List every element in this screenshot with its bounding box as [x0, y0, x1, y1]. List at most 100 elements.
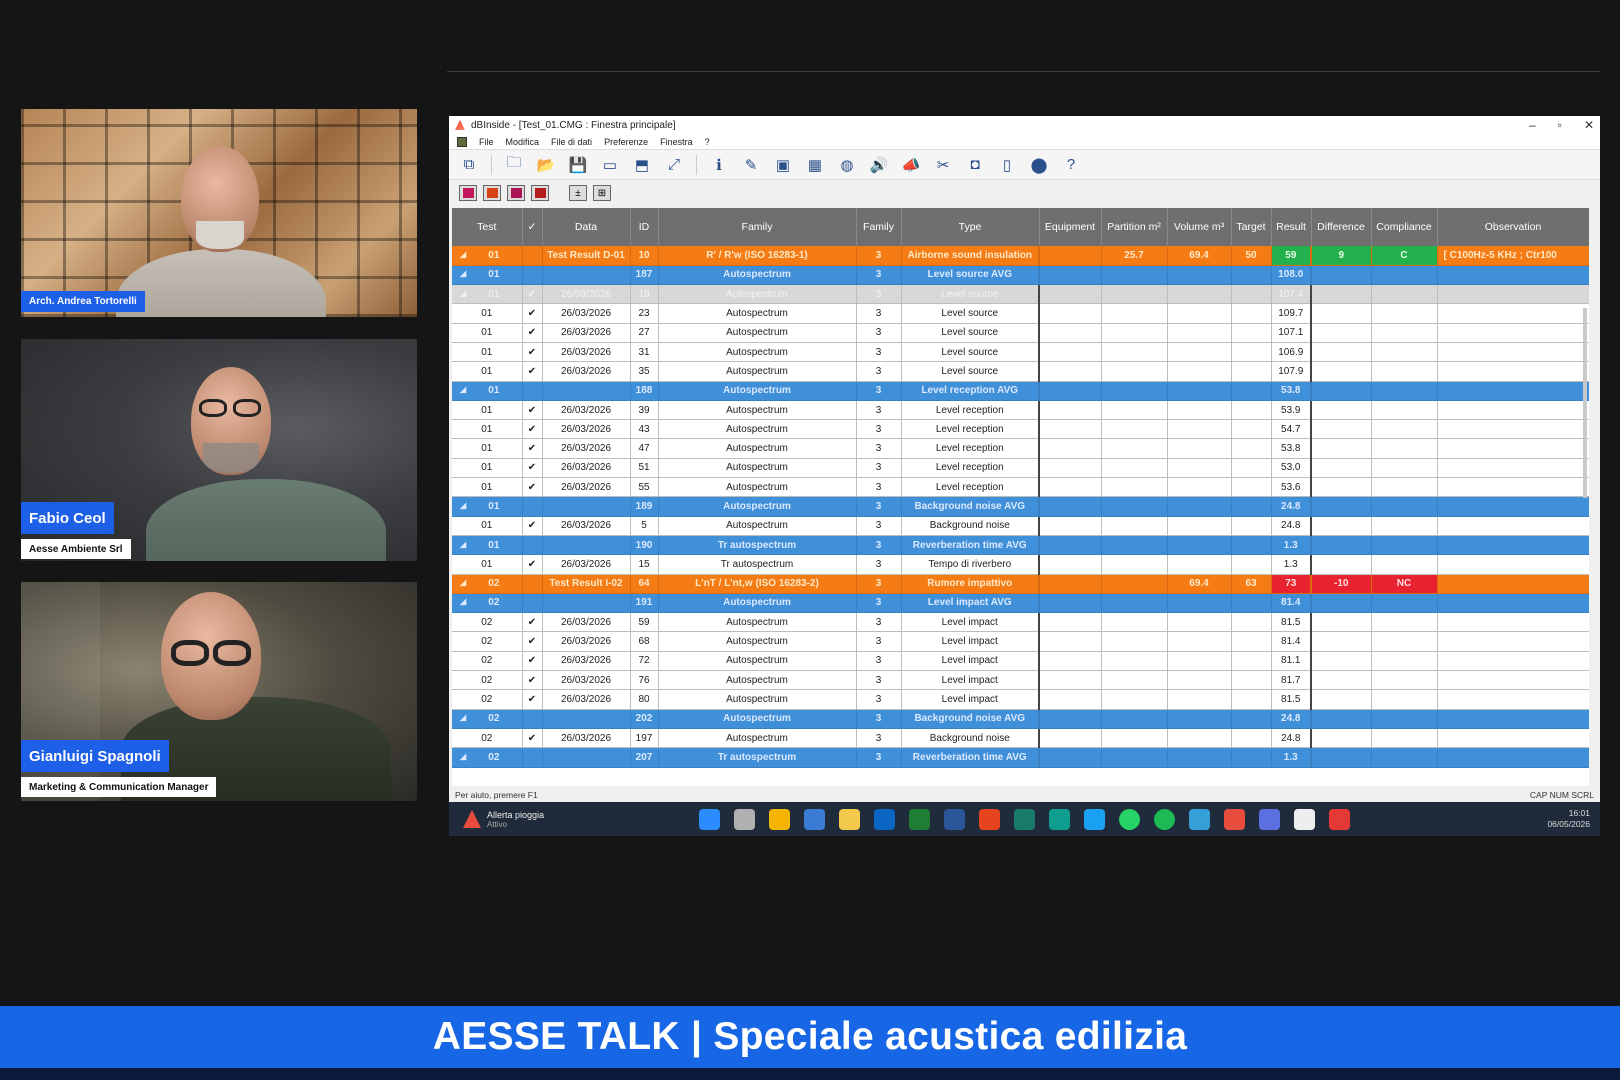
row-checkbox[interactable]: ✔	[522, 303, 543, 324]
speaker-icon[interactable]: 🔊	[869, 155, 889, 175]
whatsapp-icon[interactable]	[1119, 808, 1140, 830]
table-row[interactable]: 02 ✔ 26/03/2026 80 Autospectrum 3 Level impact…	[452, 689, 1589, 710]
menu-file[interactable]: File	[479, 137, 494, 147]
row-checkbox[interactable]: ✔	[522, 728, 543, 749]
row-checkbox[interactable]: ✔	[522, 400, 543, 421]
table-row[interactable]: ◢ 01 187 Autospectrum 3 Level source AVG 108.0	[452, 265, 1589, 286]
column-header[interactable]: Partition m²	[1101, 208, 1168, 246]
expand-toggle-icon[interactable]: ◢	[452, 269, 466, 278]
system-clock[interactable]: 16:01 06/05/2026	[1547, 808, 1600, 830]
new-folder-icon[interactable]: 🗀	[504, 154, 524, 175]
row-checkbox[interactable]: ✔	[522, 612, 543, 633]
expand-toggle-icon[interactable]: ◢	[452, 578, 466, 587]
publisher-icon[interactable]	[1014, 808, 1035, 830]
globe-icon[interactable]: ◍	[837, 155, 857, 175]
row-checkbox[interactable]: ✔	[522, 477, 543, 498]
row-checkbox[interactable]: ✔	[522, 361, 543, 382]
row-checkbox[interactable]: ✔	[522, 631, 543, 652]
expand-toggle-icon[interactable]: ◢	[452, 540, 466, 549]
column-header[interactable]: Data	[542, 208, 631, 246]
table-row[interactable]: 02 ✔ 26/03/2026 197 Autospectrum 3 Background …	[452, 728, 1589, 749]
table-row[interactable]: 01 ✔ 26/03/2026 23 Autospectrum 3 Level source…	[452, 303, 1589, 324]
filter-tool-button[interactable]: ⊞	[593, 185, 611, 201]
table-row[interactable]: 01 ✔ 26/03/2026 43 Autospectrum 3 Level recept…	[452, 419, 1589, 440]
table-row[interactable]: ◢ 01 Test Result D-01 10 R' / R'w (ISO 16283…	[452, 246, 1589, 266]
table-row[interactable]: ◢ 01 188 Autospectrum 3 Level reception AVG 53…	[452, 381, 1589, 401]
column-header[interactable]: Result	[1271, 208, 1312, 246]
row-checkbox[interactable]: ✔	[522, 438, 543, 459]
table-row[interactable]: 02 ✔ 26/03/2026 76 Autospectrum 3 Level impact…	[452, 670, 1589, 691]
meet-icon[interactable]	[1224, 808, 1245, 830]
expand-toggle-icon[interactable]: ◢	[452, 250, 466, 259]
table-row[interactable]: 01 ✔ 26/03/2026 27 Autospectrum 3 Level source…	[452, 323, 1589, 343]
participant-tile-3[interactable]: Gianluigi Spagnoli Marketing & Communica…	[21, 582, 417, 801]
expand-toggle-icon[interactable]: ◢	[452, 752, 466, 761]
table-row[interactable]: 01 ✔ 26/03/2026 35 Autospectrum 3 Level source…	[452, 361, 1589, 382]
open-folder-icon[interactable]: 📂	[536, 155, 556, 175]
print-preview-icon[interactable]: ▭	[600, 155, 620, 175]
menu-finestra[interactable]: Finestra	[660, 137, 693, 147]
menu-modifica[interactable]: Modifica	[506, 137, 540, 147]
pencil-icon[interactable]: ✎	[741, 155, 761, 175]
expand-toggle-icon[interactable]: ◢	[452, 501, 466, 510]
scissors-icon[interactable]: ✂	[933, 155, 953, 175]
folder-icon[interactable]	[839, 808, 860, 830]
column-header[interactable]: Compliance	[1371, 208, 1438, 246]
window-titlebar[interactable]: dBInside - [Test_01.CMG : Finestra princ…	[449, 116, 1600, 134]
maximize-button[interactable]: ▫	[1558, 118, 1562, 132]
weather-widget[interactable]: Allerta pioggia Attivo	[449, 810, 699, 829]
row-checkbox[interactable]: ✔	[522, 651, 543, 672]
expand-tool-button[interactable]: ±	[569, 185, 587, 201]
column-header[interactable]: Target	[1231, 208, 1272, 246]
column-header[interactable]: Difference	[1311, 208, 1372, 246]
menu-preferenze[interactable]: Preferenze	[604, 137, 648, 147]
table-row[interactable]: ◢ 02 207 Tr autospectrum 3 Reverberation time…	[452, 747, 1589, 768]
row-checkbox[interactable]: ✔	[522, 516, 543, 536]
excel-icon[interactable]	[909, 808, 930, 830]
dbinside-icon[interactable]	[1329, 808, 1350, 830]
column-header[interactable]: Test	[452, 208, 523, 246]
row-checkbox[interactable]: ✔	[522, 419, 543, 440]
menu-file-di-dati[interactable]: File di dati	[551, 137, 592, 147]
tag-icon[interactable]: ⬒	[632, 155, 652, 175]
expand-toggle-icon[interactable]: ◢	[452, 289, 466, 298]
word-icon[interactable]	[944, 808, 965, 830]
image-icon[interactable]: ▣	[773, 155, 793, 175]
expand-toggle-icon[interactable]: ◢	[452, 597, 466, 606]
row-checkbox[interactable]: ✔	[522, 323, 543, 343]
column-header[interactable]: Equipment	[1039, 208, 1102, 246]
table-row[interactable]: 02 ✔ 26/03/2026 68 Autospectrum 3 Level impact…	[452, 631, 1589, 652]
minimize-button[interactable]: –	[1529, 118, 1536, 132]
table-row[interactable]: ◢ 02 202 Autospectrum 3 Background noise AVG 2…	[452, 709, 1589, 729]
column-header[interactable]: Family	[856, 208, 902, 246]
file-explorer-icon[interactable]	[734, 808, 755, 830]
vertical-scrollbar[interactable]	[1583, 308, 1587, 498]
windows-start-icon[interactable]	[699, 808, 720, 830]
row-checkbox[interactable]: ✔	[522, 342, 543, 363]
table-row[interactable]: 01 ✔ 26/03/2026 31 Autospectrum 3 Level source…	[452, 342, 1589, 363]
outlook-icon[interactable]	[874, 808, 895, 830]
notepad-icon[interactable]	[1294, 808, 1315, 830]
snipping-icon[interactable]	[1084, 808, 1105, 830]
participant-tile-1[interactable]: Arch. Andrea Tortorelli	[21, 109, 417, 317]
megaphone-icon[interactable]: 📣	[901, 155, 921, 175]
expand-toggle-icon[interactable]: ◢	[452, 385, 466, 394]
table-row[interactable]: 01 ✔ 26/03/2026 55 Autospectrum 3 Level recept…	[452, 477, 1589, 498]
results-grid[interactable]: Test ✓ Data ID Family Family Type Equipment Part…	[452, 208, 1589, 786]
row-checkbox[interactable]: ✔	[522, 284, 543, 305]
table-row[interactable]: ◢ 02 Test Result I-02 64 L'nT / L'nt,w (ISO …	[452, 574, 1589, 594]
row-checkbox[interactable]: ✔	[522, 689, 543, 710]
shared-screen-dbinside-window[interactable]: dBInside - [Test_01.CMG : Finestra princ…	[449, 116, 1600, 836]
participant-tile-2[interactable]: Fabio Ceol Aesse Ambiente Srl	[21, 339, 417, 561]
table-row[interactable]: ◢ 01 189 Autospectrum 3 Background noise AVG 2…	[452, 496, 1589, 517]
column-header[interactable]: Volume m³	[1167, 208, 1232, 246]
table-row[interactable]: 01 ✔ 26/03/2026 39 Autospectrum 3 Level recept…	[452, 400, 1589, 421]
table-row[interactable]: 01 ✔ 26/03/2026 47 Autospectrum 3 Level recept…	[452, 438, 1589, 459]
column-header[interactable]: Observation	[1437, 208, 1589, 246]
color-tool-1-button[interactable]	[459, 185, 477, 201]
row-checkbox[interactable]: ✔	[522, 458, 543, 479]
table-row[interactable]: ◢ 02 191 Autospectrum 3 Level impact AVG 81.4	[452, 593, 1589, 614]
firefox-icon[interactable]	[1259, 808, 1280, 830]
spotify-icon[interactable]	[1154, 808, 1175, 830]
chrome-icon[interactable]	[769, 808, 790, 830]
